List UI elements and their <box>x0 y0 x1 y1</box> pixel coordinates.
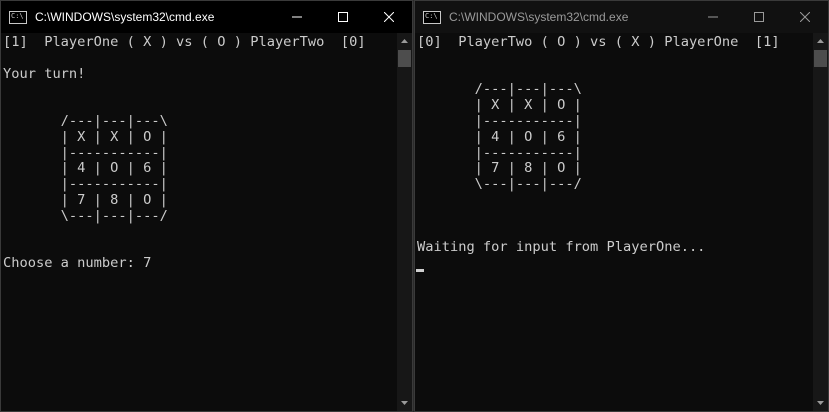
console-output[interactable]: [0] PlayerTwo ( O ) vs ( X ) PlayerOne [… <box>415 33 813 411</box>
scrollbar-thumb[interactable] <box>398 50 411 67</box>
maximize-button[interactable] <box>736 1 782 33</box>
scroll-up-arrow-icon[interactable] <box>813 34 828 48</box>
vertical-scrollbar[interactable] <box>813 33 828 411</box>
close-icon <box>384 12 394 22</box>
minimize-button[interactable] <box>274 1 320 33</box>
scrollbar-thumb[interactable] <box>814 50 827 67</box>
cmd-window-left[interactable]: C:\ C:\WINDOWS\system32\cmd.exe [1] Play… <box>0 0 413 412</box>
minimize-button[interactable] <box>690 1 736 33</box>
text-cursor <box>416 269 424 272</box>
minimize-icon <box>708 16 718 18</box>
console-output[interactable]: [1] PlayerOne ( X ) vs ( O ) PlayerTwo [… <box>1 33 397 411</box>
maximize-button[interactable] <box>320 1 366 33</box>
title-bar[interactable]: C:\ C:\WINDOWS\system32\cmd.exe <box>415 1 828 33</box>
maximize-icon <box>754 12 764 22</box>
cmd-window-right[interactable]: C:\ C:\WINDOWS\system32\cmd.exe [0] Play… <box>414 0 829 412</box>
maximize-icon <box>338 12 348 22</box>
close-button[interactable] <box>366 1 412 33</box>
window-controls <box>690 1 828 33</box>
close-icon <box>800 12 810 22</box>
scroll-down-arrow-icon[interactable] <box>813 396 828 410</box>
window-controls <box>274 1 412 33</box>
window-title: C:\WINDOWS\system32\cmd.exe <box>449 10 629 24</box>
vertical-scrollbar[interactable] <box>397 33 412 411</box>
cmd-app-icon[interactable]: C:\ <box>423 10 441 24</box>
scroll-up-arrow-icon[interactable] <box>397 34 412 48</box>
cmd-app-icon[interactable]: C:\ <box>9 10 27 24</box>
window-title: C:\WINDOWS\system32\cmd.exe <box>35 10 215 24</box>
minimize-icon <box>292 16 302 18</box>
title-bar[interactable]: C:\ C:\WINDOWS\system32\cmd.exe <box>1 1 412 33</box>
close-button[interactable] <box>782 1 828 33</box>
scroll-down-arrow-icon[interactable] <box>397 396 412 410</box>
